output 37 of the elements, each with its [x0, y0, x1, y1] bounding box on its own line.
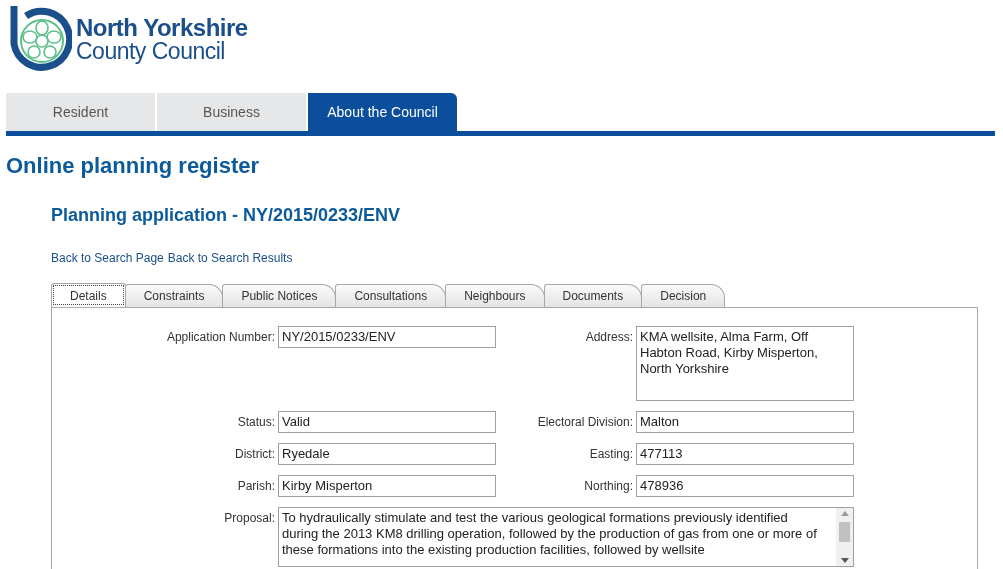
tab[interactable]: Details: [51, 283, 126, 307]
proposal-field[interactable]: To hydraulically stimulate and test the various geological formations previously identified during the 2013 KM8 drilling operation, followed by the production of gas from one or more of these formations into the existing production facilities, followed by wellsite: [278, 507, 854, 567]
council-name: North Yorkshire: [76, 15, 248, 40]
input-field[interactable]: Malton: [636, 411, 854, 433]
input-field[interactable]: NY/2015/0233/ENV: [278, 326, 496, 348]
field-label: Easting:: [588, 446, 634, 463]
input-field[interactable]: Valid: [278, 411, 496, 433]
tab[interactable]: Documents: [543, 284, 643, 307]
field-label: Status:: [236, 414, 276, 431]
tab[interactable]: Decision: [641, 284, 726, 307]
scroll-down-icon[interactable]: [840, 558, 849, 563]
field-label: Proposal:: [223, 510, 276, 527]
tab[interactable]: Constraints: [124, 284, 224, 307]
application-heading: Planning application - NY/2015/0233/ENV: [51, 204, 402, 226]
address-field[interactable]: KMA wellsite, Alma Farm, Off Habton Road, Kirby Misperton, North Yorkshire: [636, 326, 854, 401]
field-label: Application Number:: [165, 329, 276, 346]
input-field[interactable]: Ryedale: [278, 443, 496, 465]
field-label: Parish:: [236, 478, 276, 495]
page-title: Online planning register: [6, 153, 261, 179]
input-field[interactable]: 478936: [636, 475, 854, 497]
back-link[interactable]: Back to Search Page: [51, 251, 164, 266]
field-label: Address:: [584, 329, 634, 346]
tab[interactable]: Public Notices: [222, 284, 337, 307]
nav-tab[interactable]: Business: [157, 93, 306, 131]
input-field[interactable]: Kirby Misperton: [278, 475, 496, 497]
field-label: Northing:: [583, 478, 634, 495]
scrollbar[interactable]: [836, 508, 853, 566]
scroll-up-icon[interactable]: [840, 511, 849, 516]
nav-tab[interactable]: About the Council: [308, 93, 457, 131]
back-link[interactable]: Back to Search Results: [167, 251, 293, 266]
tab[interactable]: Consultations: [335, 284, 447, 307]
council-name: County Council: [76, 39, 226, 63]
nav-tab[interactable]: Resident: [6, 93, 155, 131]
field-label: Electoral Division:: [536, 414, 634, 431]
tab[interactable]: Neighbours: [445, 284, 545, 307]
field-label: District:: [234, 446, 276, 463]
input-field[interactable]: 477113: [636, 443, 854, 465]
